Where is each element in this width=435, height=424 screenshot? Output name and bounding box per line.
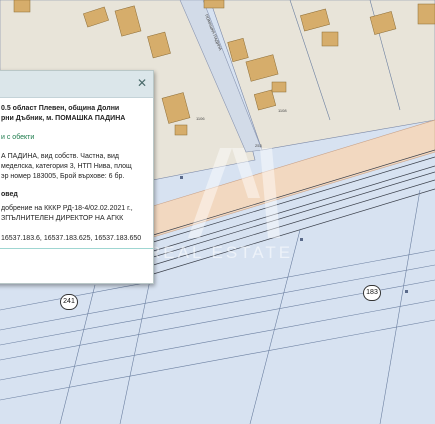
- small-label-1: 1106: [196, 116, 205, 121]
- popup-header: ✕: [0, 71, 153, 98]
- close-icon[interactable]: ✕: [136, 77, 148, 89]
- divider: [0, 248, 153, 249]
- parcel-coordinates: 16537.183.6, 16537.183.625, 16537.183.65…: [1, 235, 142, 242]
- popup-body: 0.5 област Плевен, община Долни рни Дъбн…: [0, 98, 153, 249]
- section-text: добрение на КККР РД-18-4/02.02.2021 г., …: [1, 205, 133, 222]
- plot-label-183[interactable]: 183: [363, 285, 381, 301]
- small-label-2: 1108: [278, 108, 287, 113]
- parcel-description: А ПАДИНА, вид собств. Частна, вид меделс…: [1, 153, 132, 180]
- parcel-info-popup: ✕ 0.5 област Плевен, община Долни рни Дъ…: [0, 70, 154, 284]
- parcel-address: 0.5 област Плевен, община Долни рни Дъбн…: [1, 105, 126, 122]
- small-label-3: 253: [255, 143, 262, 148]
- watermark-text: REAL ESTATE: [148, 243, 294, 262]
- plot-label-241[interactable]: 241: [60, 294, 78, 310]
- section-title: овед: [1, 191, 18, 198]
- related-objects-link[interactable]: и с обекти: [1, 133, 147, 143]
